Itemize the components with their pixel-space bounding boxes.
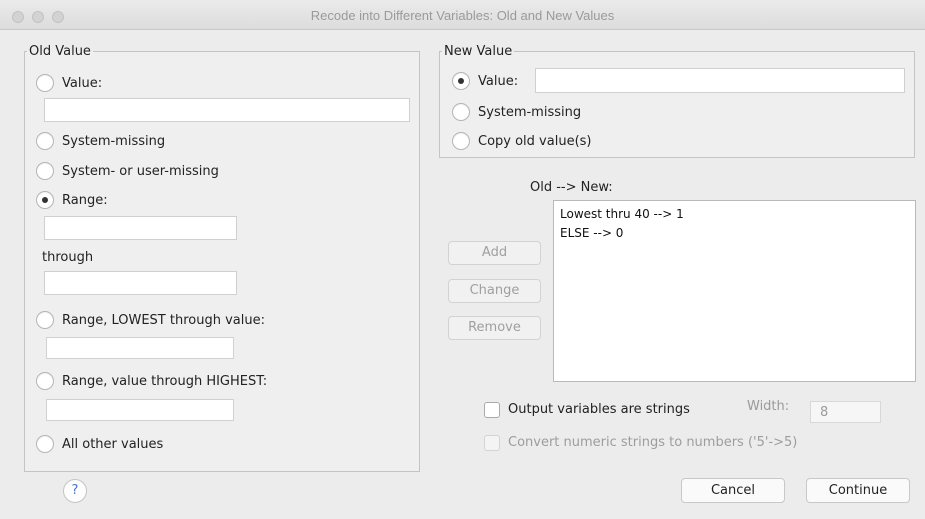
radio-checked-icon — [452, 72, 470, 90]
radio-unchecked-icon — [452, 132, 470, 150]
new-system-missing-radio[interactable]: System-missing — [452, 101, 581, 123]
range-lowest-label: Range, LOWEST through value: — [62, 312, 265, 328]
radio-unchecked-icon — [36, 372, 54, 390]
radio-unchecked-icon — [36, 311, 54, 329]
all-other-values-radio[interactable]: All other values — [36, 433, 163, 455]
range-highest-radio[interactable]: Range, value through HIGHEST: — [36, 370, 267, 392]
old-system-or-user-missing-radio[interactable]: System- or user-missing — [36, 160, 219, 182]
range-highest-input[interactable] — [46, 399, 234, 421]
range-lowest-input[interactable] — [46, 337, 234, 359]
old-range-radio[interactable]: Range: — [36, 189, 108, 211]
copy-old-values-label: Copy old value(s) — [478, 133, 592, 149]
new-value-radio[interactable]: Value: — [452, 70, 518, 92]
convert-numeric-label: Convert numeric strings to numbers ('5'-… — [508, 435, 798, 450]
width-label: Width: — [747, 399, 790, 414]
old-value-input[interactable] — [44, 98, 410, 122]
radio-unchecked-icon — [36, 162, 54, 180]
range-highest-label: Range, value through HIGHEST: — [62, 373, 268, 389]
change-button[interactable]: Change — [448, 279, 541, 303]
add-button[interactable]: Add — [448, 241, 541, 265]
convert-numeric-checkbox[interactable] — [484, 435, 500, 451]
radio-unchecked-icon — [36, 435, 54, 453]
radio-unchecked-icon — [36, 74, 54, 92]
title-bar: Recode into Different Variables: Old and… — [0, 0, 925, 30]
cancel-button[interactable]: Cancel — [681, 478, 785, 503]
radio-checked-icon — [36, 191, 54, 209]
old-value-legend: Old Value — [29, 44, 91, 59]
radio-unchecked-icon — [36, 132, 54, 150]
new-system-missing-label: System-missing — [478, 104, 582, 120]
range-from-input[interactable] — [44, 216, 237, 240]
old-system-or-user-missing-label: System- or user-missing — [62, 163, 219, 179]
new-value-label: Value: — [478, 73, 519, 89]
list-item[interactable]: ELSE --> 0 — [560, 224, 909, 243]
copy-old-values-radio[interactable]: Copy old value(s) — [452, 130, 591, 152]
old-range-label: Range: — [62, 192, 108, 208]
range-lowest-radio[interactable]: Range, LOWEST through value: — [36, 309, 265, 331]
all-other-values-label: All other values — [62, 436, 164, 452]
range-to-input[interactable] — [44, 271, 237, 295]
help-icon[interactable]: ? — [63, 479, 87, 503]
list-item[interactable]: Lowest thru 40 --> 1 — [560, 205, 909, 224]
width-input[interactable]: 8 — [810, 401, 881, 423]
new-value-legend: New Value — [444, 44, 513, 59]
continue-button[interactable]: Continue — [806, 478, 910, 503]
old-new-list[interactable]: Lowest thru 40 --> 1 ELSE --> 0 — [553, 200, 916, 382]
old-system-missing-radio[interactable]: System-missing — [36, 130, 165, 152]
output-strings-checkbox[interactable] — [484, 402, 500, 418]
remove-button[interactable]: Remove — [448, 316, 541, 340]
old-system-missing-label: System-missing — [62, 133, 166, 149]
output-strings-label: Output variables are strings — [508, 402, 690, 417]
new-value-input[interactable] — [535, 68, 905, 93]
old-value-radio[interactable]: Value: — [36, 72, 102, 94]
window-title: Recode into Different Variables: Old and… — [310, 8, 615, 23]
old-value-label: Value: — [62, 75, 103, 91]
radio-unchecked-icon — [452, 103, 470, 121]
old-new-header: Old --> New: — [530, 180, 613, 195]
through-label: through — [42, 250, 94, 265]
